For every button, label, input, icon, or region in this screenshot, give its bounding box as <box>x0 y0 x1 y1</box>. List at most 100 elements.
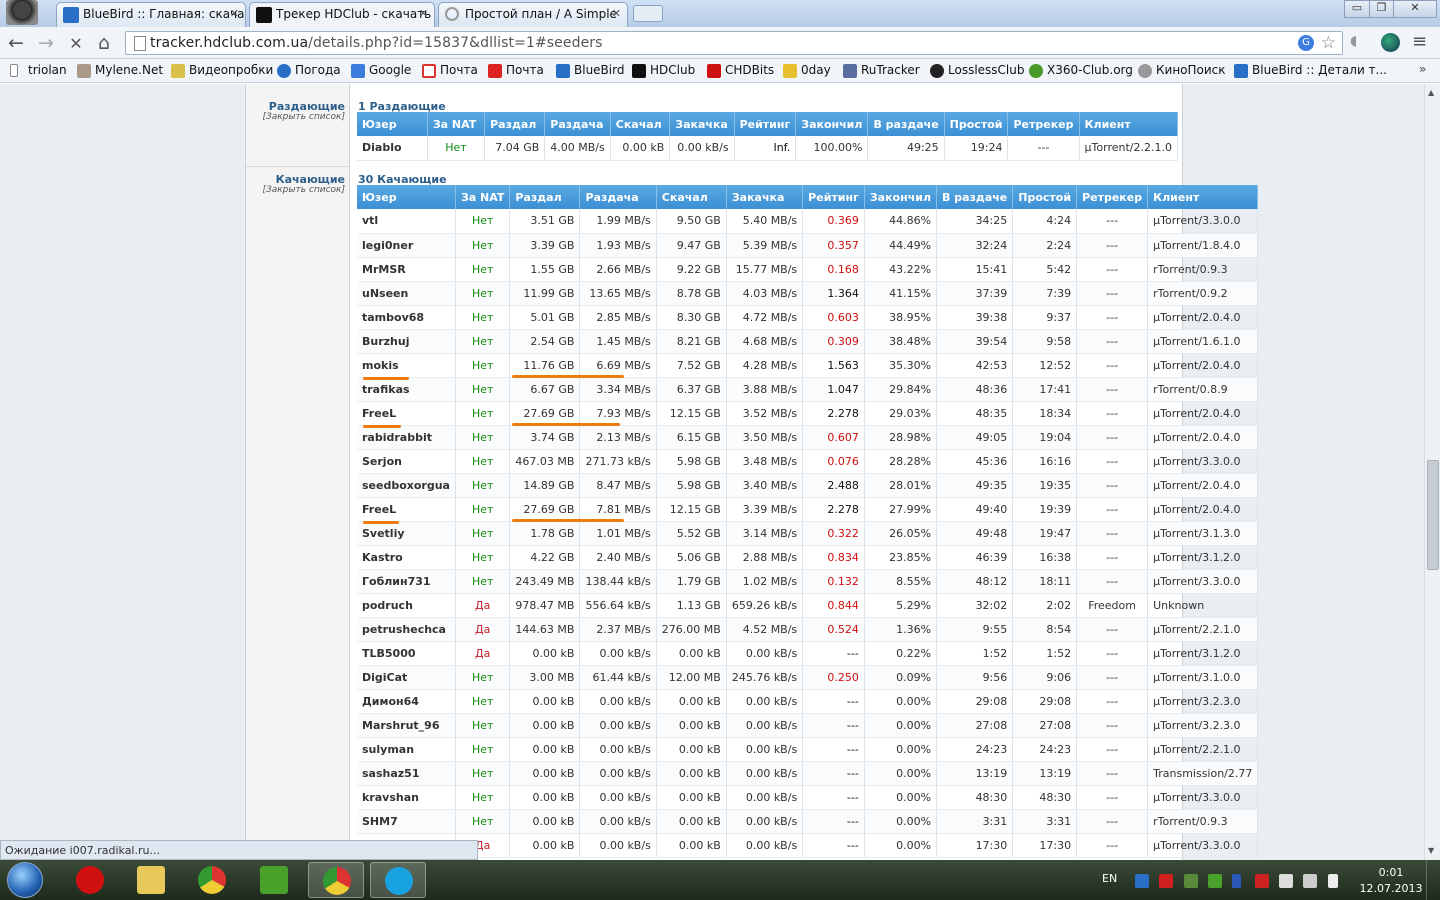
url-text[interactable]: tracker.hdclub.com.ua/details.php?id=158… <box>150 35 603 51</box>
column-header[interactable]: Ретрекер <box>1007 112 1080 136</box>
column-header[interactable]: За NAT <box>427 112 486 136</box>
bookmark-item[interactable]: Почта <box>488 63 544 78</box>
column-header[interactable]: За NAT <box>455 185 511 209</box>
tray-volume-icon[interactable] <box>1328 874 1338 888</box>
bookmark-item[interactable]: Google <box>351 63 411 78</box>
tray-device-icon[interactable] <box>1279 874 1293 888</box>
tray-bluetooth-icon[interactable] <box>1232 874 1241 888</box>
bookmark-item[interactable]: Погода <box>277 63 341 78</box>
column-header[interactable]: Клиент <box>1147 185 1259 209</box>
column-header[interactable]: Рейтинг <box>802 185 865 209</box>
bookmark-item[interactable]: CHDBits <box>707 63 774 78</box>
user-link[interactable]: legi0ner <box>357 233 456 258</box>
language-indicator[interactable]: EN <box>1102 872 1117 885</box>
user-link[interactable]: DigiCat <box>357 665 456 690</box>
user-link[interactable]: seedboxorgua <box>357 473 456 498</box>
bookmark-item[interactable]: КиноПоиск <box>1138 63 1226 78</box>
profile-avatar-icon[interactable] <box>6 0 38 25</box>
user-link[interactable]: Гоблин731 <box>357 569 456 594</box>
scroll-thumb[interactable] <box>1427 460 1439 570</box>
user-link[interactable]: Svetliy <box>357 521 456 546</box>
user-link[interactable]: sulyman <box>357 737 456 762</box>
scroll-up-arrow-icon[interactable]: ▲ <box>1428 88 1434 97</box>
user-link[interactable]: tambov68 <box>357 305 456 330</box>
forward-button[interactable]: → <box>34 32 58 54</box>
column-header[interactable]: Рейтинг <box>734 112 797 136</box>
tab-bluebird[interactable]: BlueBird :: Главная: скача ✕ <box>56 2 246 27</box>
vertical-scrollbar[interactable]: ▲ ▼ <box>1424 84 1440 860</box>
user-link[interactable]: podruch <box>357 593 456 618</box>
column-header[interactable]: Раздача <box>579 185 657 209</box>
speaker-extension-icon[interactable]: ◖ <box>1350 33 1370 51</box>
user-link[interactable]: sashaz51 <box>357 761 456 786</box>
new-tab-button[interactable] <box>633 5 663 22</box>
taskbar-app[interactable] <box>246 862 302 898</box>
bookmark-item[interactable]: X360-Club.org <box>1029 63 1133 78</box>
tray-utorrent-icon[interactable] <box>1208 874 1222 888</box>
user-link[interactable]: Marshrut_96 <box>357 713 456 738</box>
tab-close-icon[interactable]: ✕ <box>612 7 621 20</box>
start-button[interactable] <box>7 862 43 898</box>
restore-button[interactable]: ❐ <box>1369 0 1394 18</box>
scroll-down-arrow-icon[interactable]: ▼ <box>1428 846 1434 855</box>
column-header[interactable]: Ретрекер <box>1076 185 1149 209</box>
user-link[interactable]: Serjon <box>357 449 456 474</box>
tray-check-icon[interactable] <box>1184 874 1198 888</box>
user-link[interactable]: trafikas <box>357 377 456 402</box>
column-header[interactable]: Закончил <box>864 185 938 209</box>
bookmarks-overflow-button[interactable]: » <box>1419 62 1426 76</box>
tray-flag-icon[interactable] <box>1255 874 1269 888</box>
user-link[interactable]: FreeL <box>357 497 456 522</box>
translate-icon[interactable]: G <box>1298 35 1314 51</box>
taskbar-app[interactable] <box>184 862 240 898</box>
bookmark-item[interactable]: BlueBird <box>556 63 624 78</box>
user-link[interactable]: FreeL <box>357 401 456 426</box>
bookmark-item[interactable]: Почта <box>422 63 478 78</box>
column-header[interactable]: Скачал <box>656 185 727 209</box>
column-header[interactable]: Клиент <box>1079 112 1179 136</box>
user-link[interactable]: Kastro <box>357 545 456 570</box>
show-desktop-button[interactable] <box>1426 860 1440 900</box>
bookmark-item[interactable]: triolan <box>10 63 67 77</box>
user-link[interactable]: rabidrabbit <box>357 425 456 450</box>
taskbar-app-active[interactable] <box>308 862 364 898</box>
taskbar-app[interactable] <box>123 862 179 898</box>
user-link[interactable]: TLB5000 <box>357 641 456 666</box>
column-header[interactable]: Закачка <box>726 185 804 209</box>
user-link[interactable]: mokis <box>357 353 456 378</box>
taskbar-app[interactable] <box>370 862 426 898</box>
user-link[interactable]: petrushechca <box>357 617 456 642</box>
user-link[interactable]: vtl <box>357 209 456 234</box>
taskbar-clock[interactable]: 0:01 12.07.2013 <box>1358 865 1424 897</box>
user-link[interactable]: SHM7 <box>357 809 456 834</box>
bookmark-item[interactable]: BlueBird :: Детали т... <box>1234 63 1387 78</box>
column-header[interactable]: Юзер <box>357 185 456 209</box>
tab-close-icon[interactable]: ✕ <box>230 7 239 20</box>
column-header[interactable]: Простой <box>944 112 1009 136</box>
user-link[interactable]: Burzhuj <box>357 329 456 354</box>
menu-icon[interactable]: ≡ <box>1412 31 1427 52</box>
tab-simple-plan[interactable]: Простой план / A Simple ✕ <box>438 2 628 27</box>
back-button[interactable]: ← <box>4 32 28 54</box>
column-header[interactable]: Юзер <box>357 112 428 136</box>
user-link[interactable]: Димон64 <box>357 689 456 714</box>
close-window-button[interactable]: ✕ <box>1393 0 1437 18</box>
user-link[interactable]: Diablo <box>357 136 428 161</box>
tray-shield-icon[interactable] <box>1135 874 1149 888</box>
user-link[interactable]: uNseen <box>357 281 456 306</box>
taskbar-app[interactable] <box>62 862 118 898</box>
column-header[interactable]: Закачка <box>669 112 735 136</box>
column-header[interactable]: Закончил <box>795 112 869 136</box>
column-header[interactable]: В раздаче <box>867 112 945 136</box>
bookmark-item[interactable]: Mylene.Net <box>77 63 163 78</box>
user-link[interactable]: MrMSR <box>357 257 456 282</box>
bookmark-item[interactable]: LosslessClub <box>930 63 1024 78</box>
leechers-close-link[interactable]: [Закрыть список] <box>262 185 345 195</box>
column-header[interactable]: Раздал <box>484 112 546 136</box>
stop-button[interactable]: ✕ <box>64 34 88 53</box>
tray-network-icon[interactable] <box>1303 874 1317 888</box>
column-header[interactable]: Простой <box>1012 185 1078 209</box>
column-header[interactable]: Скачал <box>610 112 671 136</box>
bookmark-star-icon[interactable]: ☆ <box>1321 33 1336 53</box>
tray-antivirus-icon[interactable] <box>1159 874 1173 888</box>
